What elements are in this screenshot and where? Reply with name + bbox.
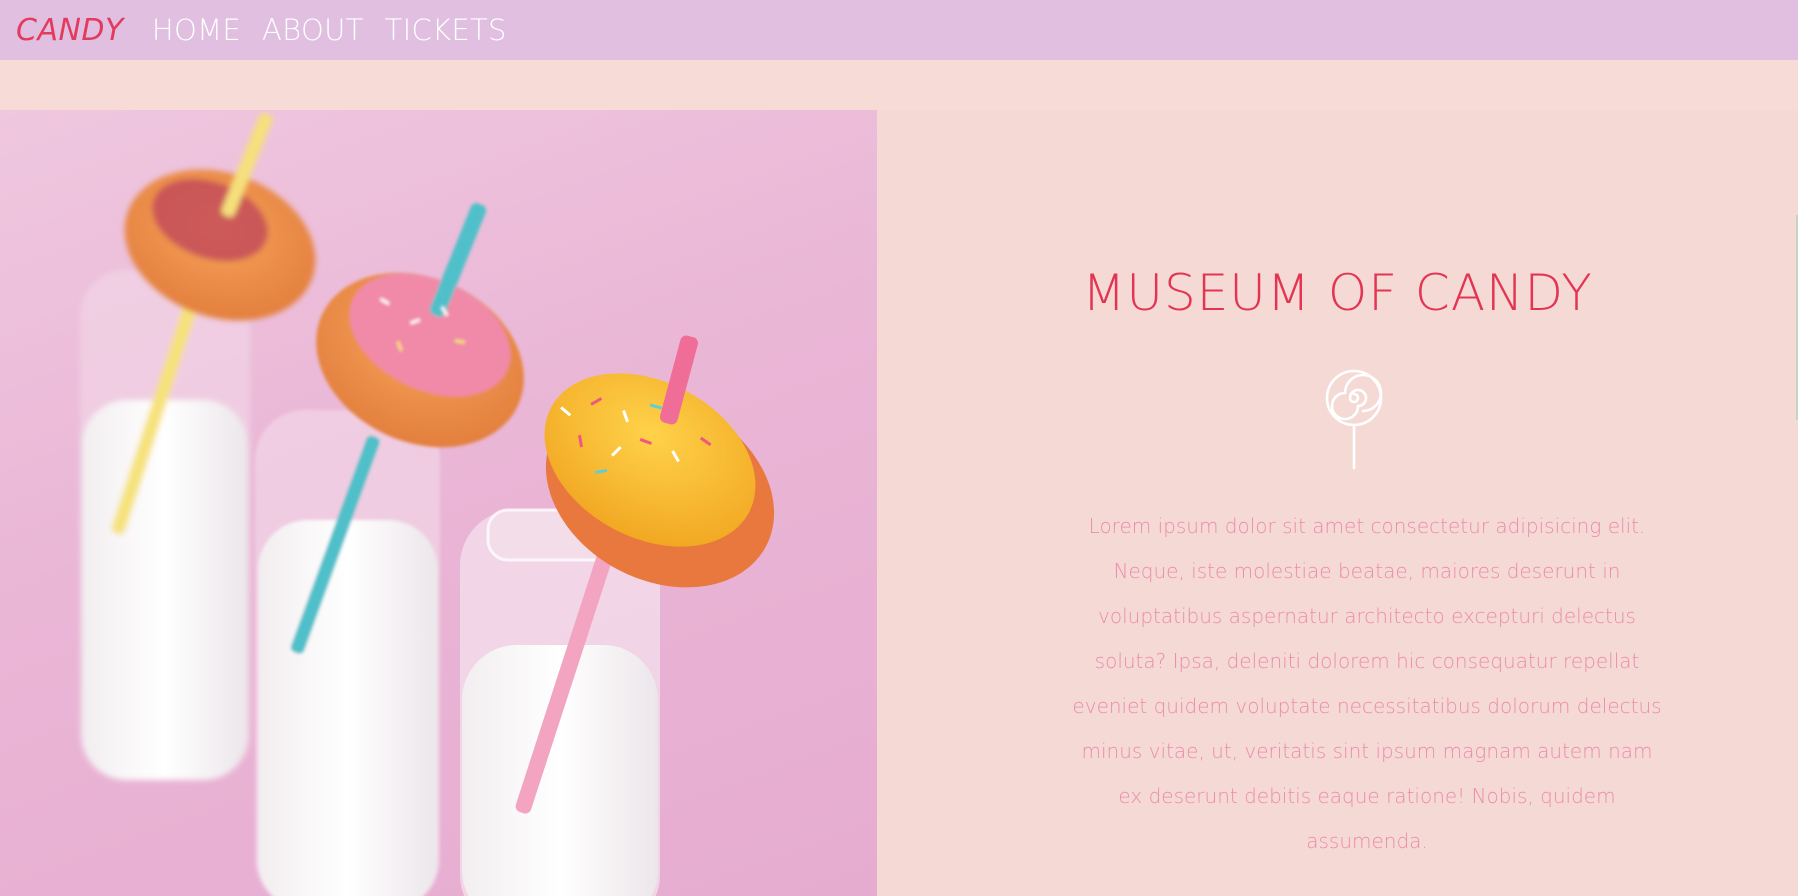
description-text: Lorem ipsum dolor sit amet consectetur a… (1072, 514, 1662, 853)
brand-logo-link[interactable]: CANDY (16, 13, 124, 48)
nav-link-tickets[interactable]: TICKETS (385, 13, 507, 47)
page-title: MUSEUM OF CANDY (1082, 264, 1593, 322)
hero-illustration (80, 112, 775, 896)
top-navbar: CANDY HOME ABOUT TICKETS (0, 0, 1798, 60)
lollipop-icon (1325, 369, 1383, 470)
info-panel: MUSEUM OF CANDY Lorem ipsum dolor sit am… (877, 110, 1798, 896)
nav-link-home[interactable]: HOME (152, 13, 241, 47)
hero-image (0, 110, 877, 896)
header-spacer-band (0, 60, 1798, 110)
middle-bottle (255, 410, 440, 896)
back-bottle (80, 270, 250, 780)
nav-link-about[interactable]: ABOUT (262, 13, 364, 47)
